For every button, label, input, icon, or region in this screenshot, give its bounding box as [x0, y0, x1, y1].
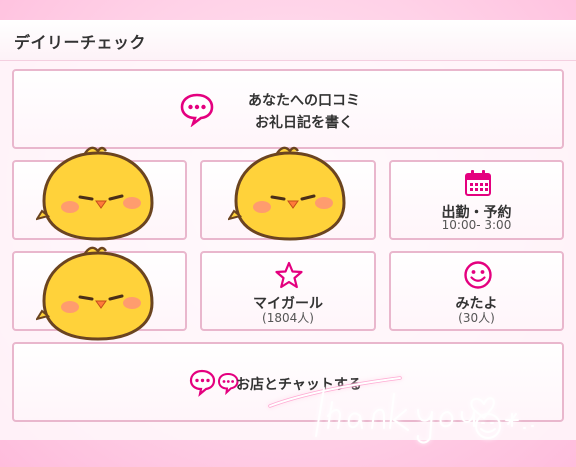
star-icon	[275, 261, 303, 289]
smile-icon	[464, 261, 492, 289]
mitayo-button[interactable]: みたよ (30人)	[389, 251, 564, 331]
chick-sticker-3	[36, 246, 154, 341]
page-title: デイリーチェック	[14, 33, 147, 52]
my-girl-button[interactable]: マイガール (1804人)	[200, 251, 376, 331]
calendar-icon	[465, 170, 491, 196]
chat-bubbles-icon	[189, 369, 239, 397]
attendance-reservation-button[interactable]: 出勤・予約 10:00- 3:00	[389, 160, 564, 240]
thank-you-handwriting	[268, 376, 534, 444]
attendance-time: 10:00- 3:00	[441, 218, 512, 232]
review-label-line2: お礼日記を書く	[255, 115, 353, 131]
chick-sticker-1	[36, 146, 154, 241]
my-girl-count: (1804人)	[262, 311, 314, 325]
chick-sticker-2	[228, 146, 346, 241]
review-diary-button[interactable]: あなたへの口コミ お礼日記を書く	[12, 69, 564, 149]
header-bar: デイリーチェック	[0, 20, 576, 61]
review-label-line1: あなたへの口コミ	[248, 93, 360, 109]
mitayo-count: (30人)	[458, 311, 495, 325]
